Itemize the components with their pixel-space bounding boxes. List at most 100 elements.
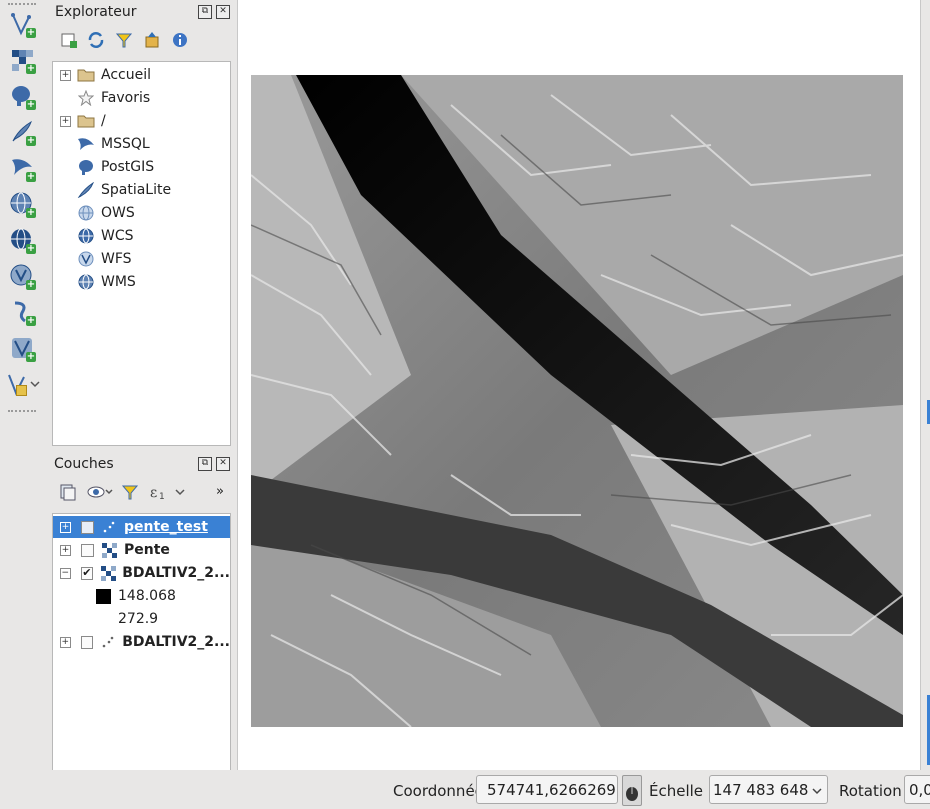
explorer-item-postgis[interactable]: PostGIS — [53, 156, 230, 178]
folder-icon — [77, 67, 95, 83]
filter-legend-button[interactable] — [121, 483, 141, 501]
layer-visibility-checkbox[interactable] — [81, 520, 94, 534]
explorer-item-label: PostGIS — [101, 159, 155, 175]
layer-item-label: Pente — [124, 542, 170, 558]
raster-layer-icon — [100, 542, 118, 558]
scale-value: 147 483 648 — [713, 781, 809, 799]
float-panel-button[interactable]: ⧉ — [198, 5, 212, 19]
legend-min-value: 148.068 — [118, 588, 176, 604]
explorer-item-spatialite[interactable]: SpatiaLite — [53, 179, 230, 201]
point-layer-icon — [99, 634, 116, 650]
add-postgis-layer-button[interactable]: + — [6, 82, 38, 110]
eye-icon — [87, 486, 113, 498]
layers-title: Couches — [54, 456, 114, 472]
properties-button[interactable] — [171, 31, 191, 49]
explorer-item-wfs[interactable]: WFS — [53, 248, 230, 270]
filter-button[interactable] — [115, 31, 135, 49]
more-tools-button[interactable]: » — [216, 484, 224, 499]
open-layer-styling-button[interactable] — [58, 483, 78, 501]
toolbar-grip[interactable] — [8, 3, 36, 7]
explorer-title: Explorateur — [55, 4, 137, 20]
dem-hillshade-image — [251, 75, 903, 727]
layer-item-label: BDALTIV2_2... — [122, 634, 230, 650]
layer-visibility-checkbox[interactable] — [80, 635, 94, 649]
layer-item-label: BDALTIV2_2... — [122, 565, 230, 581]
explorer-item-favoris[interactable]: Favoris — [53, 87, 230, 109]
manage-map-themes-button[interactable] — [86, 483, 114, 501]
scale-combobox[interactable]: 147 483 648 — [709, 775, 828, 804]
refresh-icon — [88, 32, 104, 48]
add-vector-layer-button[interactable]: + — [6, 10, 38, 38]
expand-toggle[interactable]: + — [60, 636, 71, 648]
star-icon — [77, 90, 95, 106]
explorer-item-label: WCS — [101, 228, 134, 244]
svg-text:ε: ε — [150, 485, 157, 501]
add-wfs-layer-button[interactable]: + — [6, 262, 38, 290]
expand-toggle[interactable]: + — [60, 544, 71, 556]
layer-visibility-checkbox[interactable] — [81, 543, 94, 557]
expand-toggle[interactable]: + — [60, 521, 71, 533]
toolbar-grip[interactable] — [8, 410, 36, 414]
close-panel-button[interactable]: ✕ — [216, 457, 230, 471]
collapse-all-button[interactable] — [143, 31, 163, 49]
add-raster-layer-button[interactable]: + — [6, 46, 38, 74]
explorer-item-label: Favoris — [101, 90, 151, 106]
coordinate-field[interactable]: 574741,6266269 — [476, 775, 618, 804]
legend-item-max: 272.9 — [53, 608, 230, 630]
explorer-tree[interactable]: + Accueil Favoris + / MSSQL PostGIS Spat… — [52, 61, 231, 446]
mssql-icon — [77, 136, 95, 152]
wcs-globe-icon — [77, 228, 95, 244]
expression-icon: ε1 — [150, 485, 185, 502]
explorer-item-label: WFS — [101, 251, 132, 267]
refresh-button[interactable] — [87, 31, 107, 49]
add-wms-layer-button[interactable]: + — [6, 190, 38, 218]
layer-item-pente[interactable]: + Pente — [53, 539, 230, 561]
layers-panel: Couches ⧉ ✕ ε1 » + pente_test + Pente − … — [46, 448, 236, 771]
legend-swatch-black — [96, 588, 111, 604]
float-panel-button[interactable]: ⧉ — [198, 457, 212, 471]
explorer-item-mssql[interactable]: MSSQL — [53, 133, 230, 155]
data-source-toolbar: + + + + + + + + + + — [0, 0, 46, 430]
spatialite-feather-icon — [77, 182, 95, 198]
add-layer-icon — [61, 33, 77, 48]
add-wcs-layer-button[interactable]: + — [6, 226, 38, 254]
new-shapefile-layer-button[interactable] — [6, 370, 40, 398]
filter-icon — [121, 485, 139, 500]
globe-icon — [77, 205, 95, 221]
filter-by-expression-button[interactable]: ε1 — [149, 483, 189, 502]
explorer-item-ows[interactable]: OWS — [53, 202, 230, 224]
add-delimited-text-layer-button[interactable]: + — [6, 298, 38, 326]
layer-item-label: pente_test — [124, 519, 208, 535]
toggle-extents-button[interactable] — [622, 775, 642, 806]
explorer-panel: Explorateur ⧉ ✕ + Accueil Favoris + / MS… — [46, 0, 236, 448]
postgis-elephant-icon — [77, 159, 95, 175]
layer-item-pente-test[interactable]: + pente_test — [53, 516, 230, 538]
expand-toggle[interactable]: + — [60, 115, 71, 127]
layer-visibility-checkbox[interactable]: ✔ — [80, 566, 94, 580]
folder-icon — [77, 113, 95, 129]
layer-item-bdaltiv2-raster[interactable]: − ✔ BDALTIV2_2... — [53, 562, 230, 584]
layers-tree[interactable]: + pente_test + Pente − ✔ BDALTIV2_2... 1… — [52, 513, 231, 771]
legend-item-min: 148.068 — [53, 585, 230, 607]
wfs-globe-icon — [77, 251, 95, 267]
collapse-all-icon — [145, 32, 159, 48]
collapse-toggle[interactable]: − — [60, 567, 71, 579]
chevron-down-icon — [812, 788, 822, 795]
add-virtual-layer-button[interactable]: + — [6, 334, 38, 362]
add-selected-layers-button[interactable] — [60, 31, 80, 49]
explorer-item-wms[interactable]: WMS — [53, 271, 230, 293]
explorer-item-label: MSSQL — [101, 136, 150, 152]
add-mssql-layer-button[interactable]: + — [6, 154, 38, 182]
explorer-item-accueil[interactable]: + Accueil — [53, 64, 230, 86]
add-spatialite-layer-button[interactable]: + — [6, 118, 38, 146]
explorer-item-label: Accueil — [101, 67, 151, 83]
close-panel-button[interactable]: ✕ — [216, 5, 230, 19]
explorer-item-wcs[interactable]: WCS — [53, 225, 230, 247]
scale-label: Échelle — [649, 782, 704, 800]
rotation-field[interactable]: 0,0 — [904, 775, 930, 804]
explorer-item-root[interactable]: + / — [53, 110, 230, 132]
layer-item-bdaltiv2-points[interactable]: + BDALTIV2_2... — [53, 631, 230, 653]
expand-toggle[interactable]: + — [60, 69, 71, 81]
right-dock-edge — [920, 0, 930, 770]
dem-raster-layer — [251, 75, 903, 727]
